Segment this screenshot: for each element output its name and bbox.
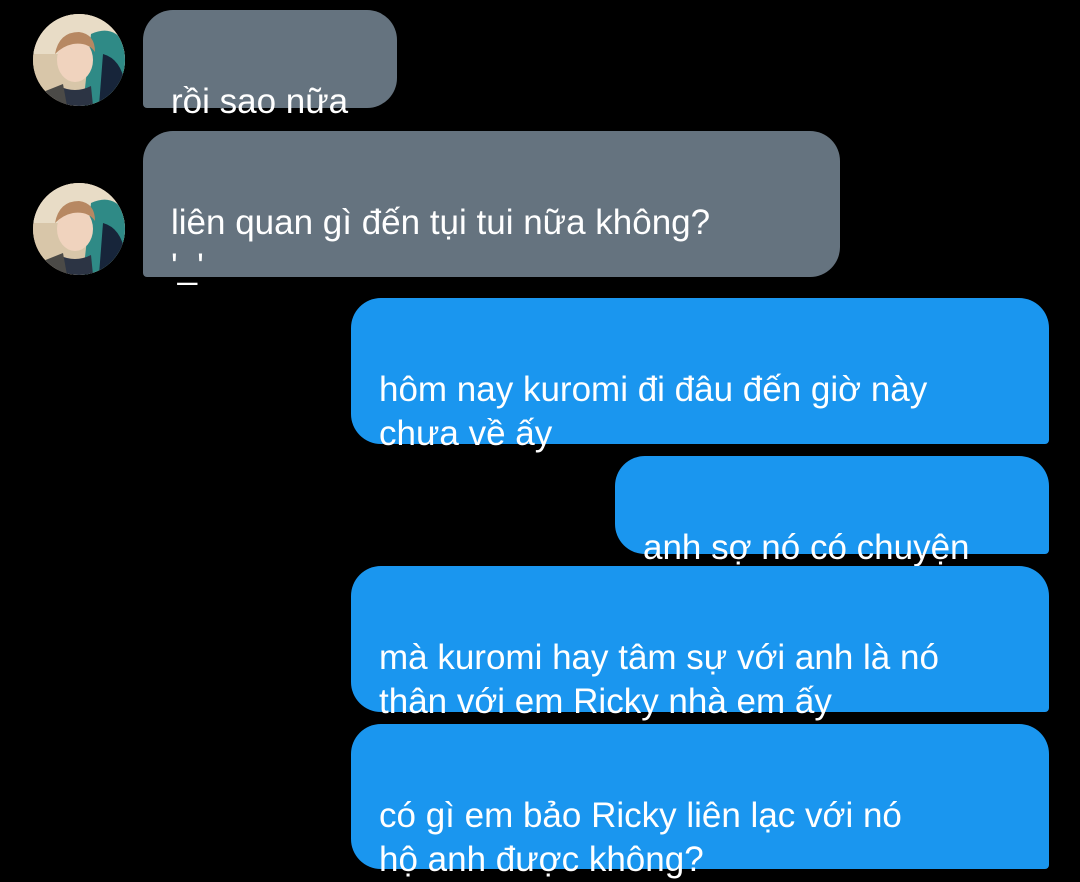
message-bubble-outgoing[interactable]: có gì em bảo Ricky liên lạc với nó hộ an… <box>351 724 1049 879</box>
message-text: rồi sao nữa <box>171 82 349 121</box>
message-text: anh sợ nó có chuyện <box>643 528 970 567</box>
message-text: mà kuromi hay tâm sự với anh là nó thân … <box>379 638 939 721</box>
message-bubble-outgoing[interactable]: hôm nay kuromi đi đâu đến giờ này chưa v… <box>351 298 1049 453</box>
message-text: liên quan gì đến tụi tui nữa không? '_' <box>171 203 711 286</box>
message-text: có gì em bảo Ricky liên lạc với nó hộ an… <box>379 796 902 879</box>
avatar[interactable] <box>33 14 125 106</box>
avatar[interactable] <box>33 183 125 275</box>
message-text: hôm nay kuromi đi đâu đến giờ này chưa v… <box>379 370 928 453</box>
message-bubble-outgoing[interactable]: anh sợ nó có chuyện <box>615 456 1049 567</box>
message-bubble-outgoing[interactable]: mà kuromi hay tâm sự với anh là nó thân … <box>351 566 1049 721</box>
avatar-photo <box>33 183 125 275</box>
message-bubble-incoming[interactable]: liên quan gì đến tụi tui nữa không? '_' <box>143 131 840 286</box>
avatar-photo <box>33 14 125 106</box>
message-bubble-incoming[interactable]: rồi sao nữa <box>143 10 397 121</box>
